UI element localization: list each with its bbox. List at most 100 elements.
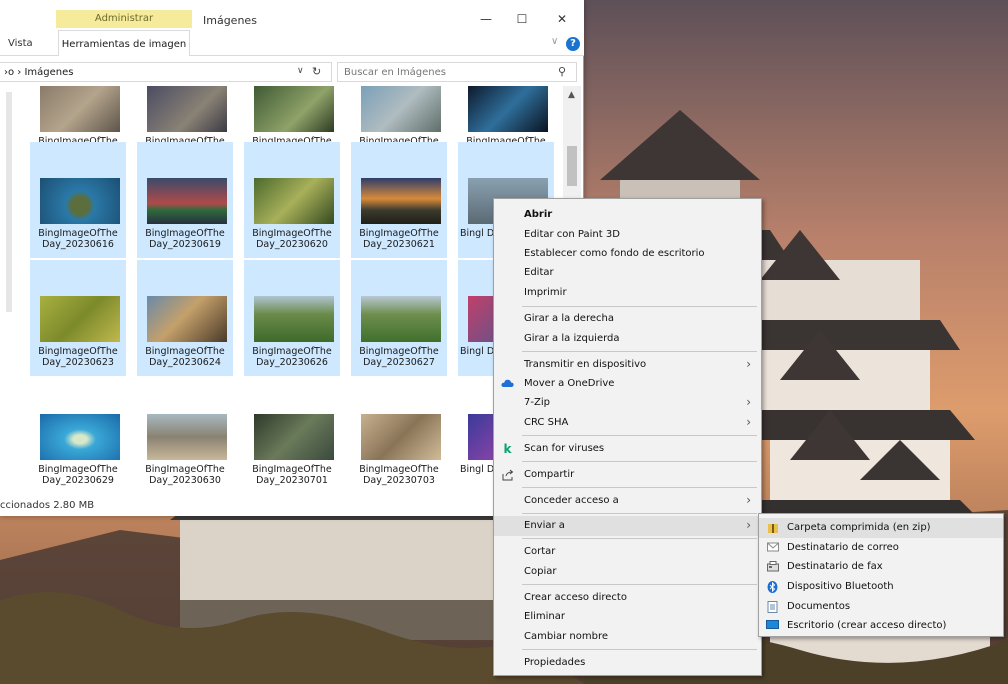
desktop-icon [766, 620, 779, 632]
menu-item-label: Escritorio (crear acceso directo) [787, 620, 947, 631]
close-button[interactable]: ✕ [552, 12, 572, 28]
file-name: BingImageOfThe Day_20230627 [359, 346, 439, 368]
address-bar[interactable]: ›o › Imágenes ∨ ↻ [0, 62, 332, 82]
window-title: Imágenes [203, 14, 257, 27]
menu-item-cambiar-nombre[interactable]: Cambiar nombre [494, 627, 761, 647]
expand-ribbon-chevron-icon[interactable]: ∨ [551, 36, 558, 47]
menu-item-compartir[interactable]: Compartir [494, 465, 761, 485]
file-name: BingImageOfThe Day_20230620 [252, 228, 332, 250]
image-thumbnail [361, 296, 441, 342]
image-thumbnail [254, 296, 334, 342]
image-thumbnail [40, 414, 120, 460]
file-item[interactable]: BingImageOfThe Day_20230620 [244, 142, 340, 258]
search-input[interactable]: Buscar en Imágenes ⚲ [337, 62, 577, 82]
file-name: BingImageOfThe Day_20230621 [359, 228, 439, 250]
menu-item-girar-izquierda[interactable]: Girar a la izquierda [494, 329, 761, 349]
minimize-button[interactable]: — [476, 12, 496, 28]
file-item[interactable]: BingImageOfThe Day_20230627 [351, 260, 447, 376]
image-thumbnail [254, 178, 334, 224]
menu-item-label: Scan for viruses [524, 443, 605, 454]
file-item[interactable]: BingImageOfThe Day_20230616 [30, 142, 126, 258]
image-thumbnail [147, 178, 227, 224]
file-item[interactable]: BingImageOfThe Day_20230626 [244, 260, 340, 376]
menu-item-label: Propiedades [524, 657, 586, 668]
sendto-item-documentos[interactable]: Documentos [759, 597, 1003, 617]
mail-icon [766, 542, 779, 554]
submenu-chevron-icon: › [746, 518, 751, 532]
file-item[interactable]: BingImageOfThe Day_20230703 [351, 378, 447, 494]
menu-item-fondo-escritorio[interactable]: Establecer como fondo de escritorio [494, 244, 761, 264]
sendto-item-zip[interactable]: Carpeta comprimida (en zip) [759, 518, 1003, 538]
image-thumbnail [361, 86, 441, 132]
tab-vista[interactable]: Vista [8, 38, 33, 49]
menu-item-conceder-acceso[interactable]: Conceder acceso a › [494, 491, 761, 511]
menu-item-cortar[interactable]: Cortar [494, 542, 761, 562]
breadcrumb-parent[interactable]: ›o › [4, 67, 21, 78]
file-name: BingImageOfThe Day_20230630 [145, 464, 225, 486]
file-name: BingImageOfThe Day_20230701 [252, 464, 332, 486]
file-item[interactable]: BingImageOfThe Day_20230701 [244, 378, 340, 494]
breadcrumb-current[interactable]: Imágenes [24, 67, 73, 78]
file-item[interactable]: BingImageOfThe Day_20230624 [137, 260, 233, 376]
menu-item-eliminar[interactable]: Eliminar [494, 607, 761, 627]
sendto-item-escritorio[interactable]: Escritorio (crear acceso directo) [759, 616, 1003, 636]
file-item[interactable]: BingImageOfThe Day_20230630 [137, 378, 233, 494]
zip-folder-icon [766, 522, 779, 534]
menu-item-editar[interactable]: Editar [494, 263, 761, 283]
menu-item-7zip[interactable]: 7-Zip › [494, 393, 761, 413]
breadcrumb: ›o › Imágenes [4, 67, 74, 78]
menu-item-scan-viruses[interactable]: k Scan for viruses [494, 439, 761, 459]
menu-item-label: Carpeta comprimida (en zip) [787, 522, 931, 533]
file-name: BingImageOfThe Day_20230703 [359, 464, 439, 486]
menu-item-label: Destinatario de fax [787, 561, 883, 572]
refresh-icon[interactable]: ↻ [312, 65, 321, 78]
file-name: BingImageOfThe Day_20230623 [38, 346, 118, 368]
menu-separator [522, 461, 757, 462]
sendto-item-fax[interactable]: Destinatario de fax [759, 557, 1003, 577]
menu-item-label: Editar [524, 267, 554, 278]
submenu-chevron-icon: › [746, 357, 751, 371]
status-bar-text: ccionados 2.80 MB [0, 500, 95, 511]
search-icon[interactable]: ⚲ [558, 65, 566, 78]
menu-separator [522, 538, 757, 539]
sendto-submenu: Carpeta comprimida (en zip) Destinatario… [758, 513, 1004, 637]
menu-separator [522, 649, 757, 650]
image-thumbnail [147, 296, 227, 342]
tab-herramientas-de-imagen[interactable]: Herramientas de imagen [58, 30, 190, 56]
menu-item-crc-sha[interactable]: CRC SHA › [494, 413, 761, 433]
menu-item-propiedades[interactable]: Propiedades [494, 653, 761, 673]
file-name: BingImageOfThe Day_20230624 [145, 346, 225, 368]
scroll-up-icon[interactable]: ▲ [568, 90, 575, 100]
help-icon[interactable]: ? [566, 37, 580, 51]
address-dropdown-icon[interactable]: ∨ [297, 66, 304, 76]
menu-item-girar-derecha[interactable]: Girar a la derecha [494, 309, 761, 329]
menu-item-enviar-a[interactable]: Enviar a › [494, 516, 761, 536]
menu-item-label: Compartir [524, 469, 575, 480]
maximize-button[interactable]: ☐ [512, 12, 532, 28]
menu-item-label: Mover a OneDrive [524, 378, 615, 389]
menu-separator [522, 584, 757, 585]
menu-item-abrir[interactable]: Abrir [494, 205, 761, 225]
file-item[interactable]: BingImageOfThe Day_20230619 [137, 142, 233, 258]
menu-item-copiar[interactable]: Copiar [494, 562, 761, 582]
sendto-item-mail[interactable]: Destinatario de correo [759, 538, 1003, 558]
share-icon [501, 469, 514, 481]
menu-item-transmitir[interactable]: Transmitir en dispositivo › [494, 355, 761, 375]
fax-icon [766, 561, 779, 573]
sendto-item-bluetooth[interactable]: Dispositivo Bluetooth [759, 577, 1003, 597]
image-thumbnail [40, 178, 120, 224]
kaspersky-icon: k [503, 442, 512, 456]
file-item[interactable]: BingImageOfThe Day_20230621 [351, 142, 447, 258]
menu-item-onedrive[interactable]: Mover a OneDrive [494, 374, 761, 394]
search-placeholder: Buscar en Imágenes [344, 67, 447, 78]
file-name: BingImageOfThe Day_20230619 [145, 228, 225, 250]
menu-item-imprimir[interactable]: Imprimir [494, 283, 761, 303]
file-item[interactable]: BingImageOfThe Day_20230623 [30, 260, 126, 376]
scrollbar-thumb[interactable] [567, 146, 577, 186]
tab-administrar[interactable]: Administrar [56, 10, 192, 28]
menu-item-editar-paint3d[interactable]: Editar con Paint 3D [494, 225, 761, 245]
menu-item-crear-acceso-directo[interactable]: Crear acceso directo [494, 588, 761, 608]
menu-item-label: Eliminar [524, 611, 565, 622]
submenu-chevron-icon: › [746, 395, 751, 409]
file-item[interactable]: BingImageOfThe Day_20230629 [30, 378, 126, 494]
